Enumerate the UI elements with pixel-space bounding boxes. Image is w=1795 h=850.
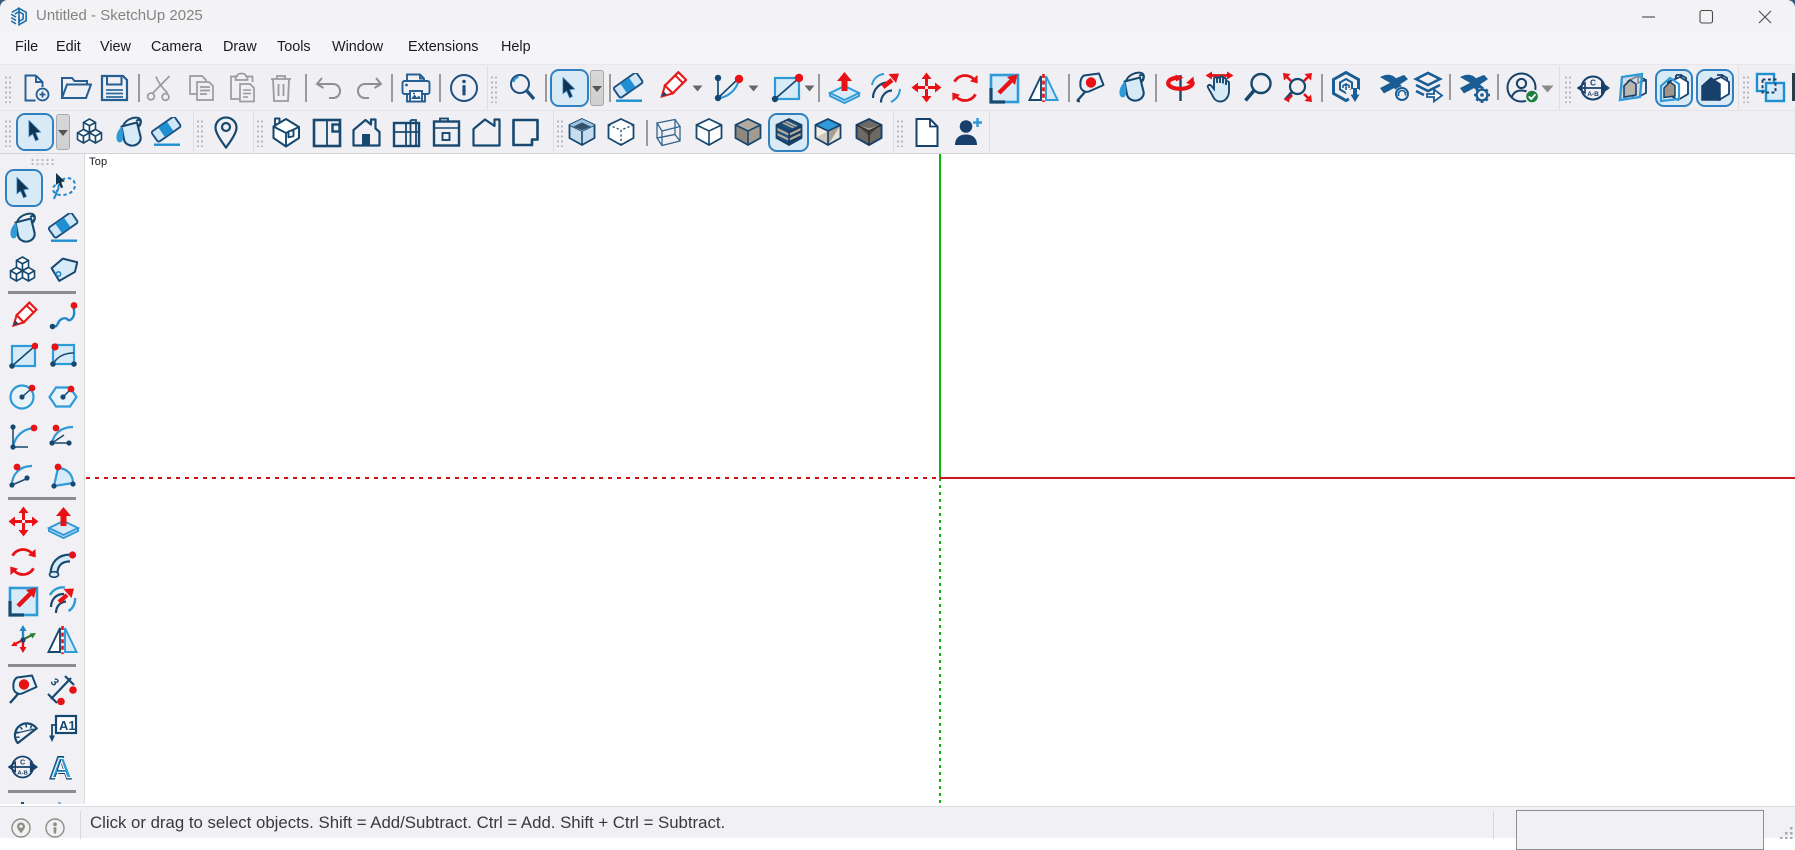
svg-text:C: C [1590, 79, 1596, 88]
svg-text:A-B: A-B [17, 770, 28, 776]
svg-text:C: C [20, 758, 26, 767]
svg-text:A1: A1 [59, 718, 76, 733]
svg-text:A: A [52, 753, 72, 784]
svg-text:A-B: A-B [1587, 91, 1599, 98]
svg-text:3: 3 [48, 676, 60, 689]
